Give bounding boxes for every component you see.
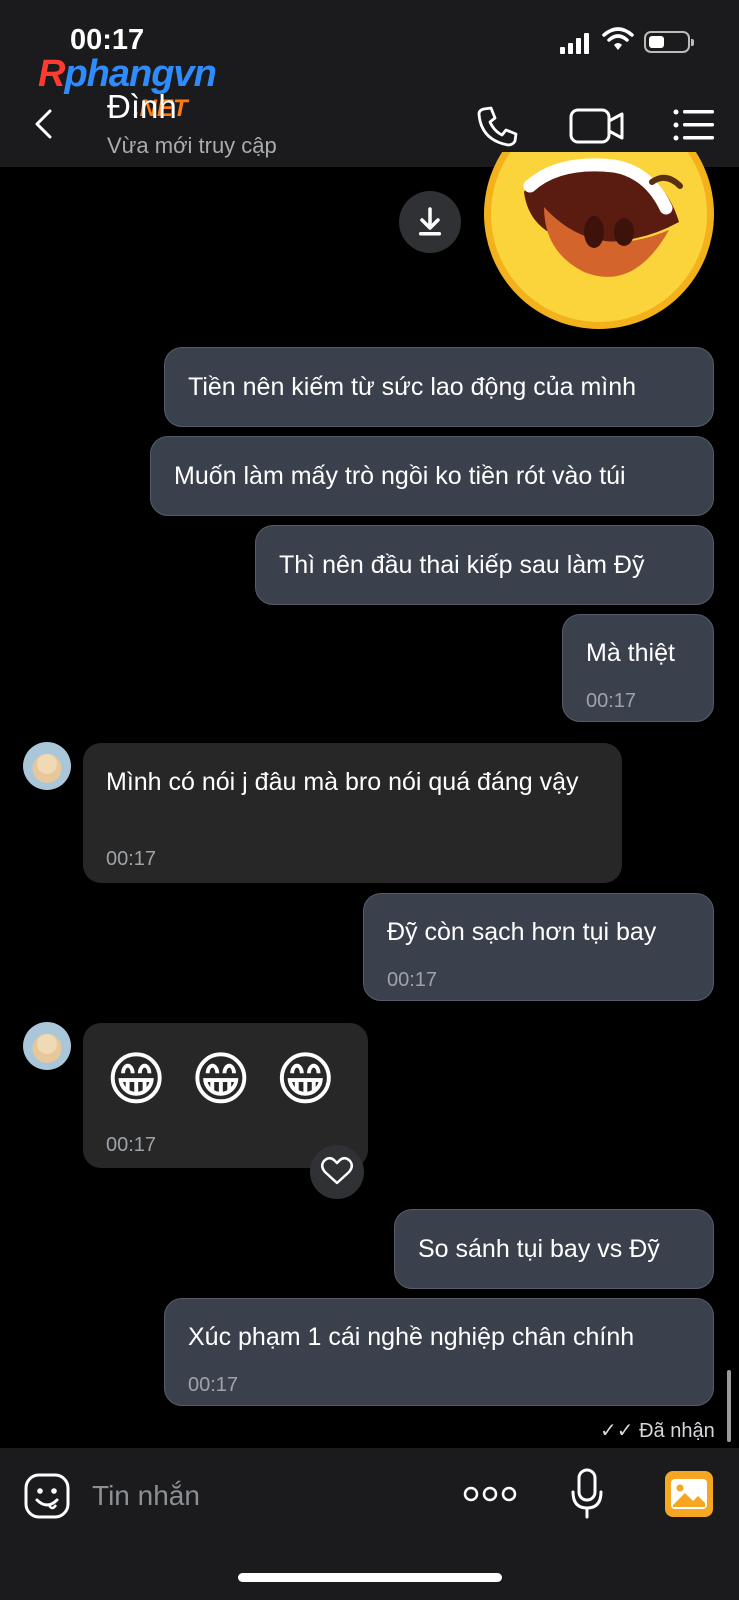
message-text: So sánh tụi bay vs Đỹ bbox=[418, 1235, 660, 1263]
message-text: Tiền nên kiếm từ sức lao động của mình bbox=[188, 373, 637, 401]
wifi-icon bbox=[602, 27, 634, 50]
emoji-icon[interactable] bbox=[23, 1472, 71, 1520]
image-button[interactable] bbox=[665, 1471, 713, 1517]
message-bubble-outgoing[interactable]: Muốn làm mấy trò ngồi ko tiền rót vào tú… bbox=[150, 436, 714, 516]
phone-icon[interactable] bbox=[476, 104, 520, 148]
message-bubble-outgoing[interactable]: Mà thiệt 00:17 bbox=[562, 614, 714, 722]
message-timestamp: 00:17 bbox=[106, 848, 157, 870]
more-dots-icon[interactable] bbox=[463, 1485, 517, 1503]
laughing-sticker[interactable] bbox=[484, 152, 714, 340]
message-text: Mình có nói j đâu mà bro nói quá đáng vậ… bbox=[106, 768, 579, 796]
battery-icon bbox=[644, 31, 694, 53]
message-bubble-outgoing[interactable]: Thì nên đầu thai kiếp sau làm Đỹ bbox=[255, 525, 714, 605]
home-indicator bbox=[238, 1573, 502, 1582]
message-bubble-outgoing[interactable]: So sánh tụi bay vs Đỹ bbox=[394, 1209, 714, 1289]
message-timestamp: 00:17 bbox=[586, 690, 637, 712]
download-button[interactable] bbox=[399, 191, 461, 253]
image-icon bbox=[671, 1479, 707, 1509]
message-input[interactable] bbox=[92, 1474, 432, 1518]
microphone-icon[interactable] bbox=[570, 1468, 604, 1520]
heart-icon bbox=[321, 1157, 353, 1185]
contact-name[interactable]: Đình bbox=[107, 88, 177, 126]
video-camera-icon[interactable] bbox=[569, 106, 625, 146]
download-icon bbox=[419, 207, 441, 236]
message-bubble-outgoing[interactable]: Xúc phạm 1 cái nghề nghiệp chân chính 00… bbox=[164, 1298, 714, 1406]
signal-icon bbox=[560, 32, 590, 54]
list-menu-icon[interactable] bbox=[672, 108, 716, 142]
reaction-button[interactable] bbox=[310, 1145, 364, 1199]
message-bubble-outgoing[interactable]: Tiền nên kiếm từ sức lao động của mình bbox=[164, 347, 714, 427]
contact-status: Vừa mới truy cập bbox=[107, 133, 277, 158]
scrollbar[interactable] bbox=[727, 1370, 731, 1442]
message-text: Xúc phạm 1 cái nghề nghiệp chân chính bbox=[188, 1323, 635, 1351]
message-text: Mà thiệt bbox=[586, 639, 675, 667]
message-bubble-outgoing[interactable]: Đỹ còn sạch hơn tụi bay 00:17 bbox=[363, 893, 714, 1001]
message-timestamp: 00:17 bbox=[387, 969, 438, 991]
message-text: Đỹ còn sạch hơn tụi bay bbox=[387, 918, 657, 946]
contact-avatar[interactable] bbox=[23, 1022, 71, 1070]
delivery-status: ✓✓ Đã nhận bbox=[600, 1420, 715, 1442]
contact-avatar[interactable] bbox=[23, 742, 71, 790]
message-text: Thì nên đầu thai kiếp sau làm Đỹ bbox=[279, 551, 645, 579]
emoji-message: 😁 😁 😁 bbox=[106, 1047, 340, 1112]
message-timestamp: 00:17 bbox=[188, 1374, 239, 1396]
message-text: Muốn làm mấy trò ngồi ko tiền rót vào tú… bbox=[174, 462, 626, 490]
message-timestamp: 00:17 bbox=[106, 1134, 157, 1156]
message-bubble-incoming[interactable]: Mình có nói j đâu mà bro nói quá đáng vậ… bbox=[83, 743, 622, 883]
back-chevron-icon[interactable] bbox=[30, 108, 60, 140]
